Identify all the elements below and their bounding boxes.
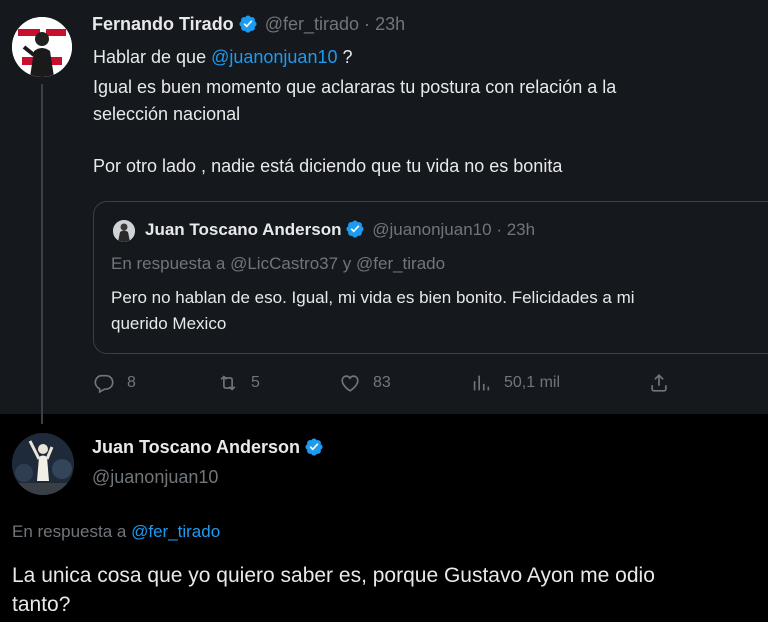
reply-author-name[interactable]: Juan Toscano Anderson — [92, 437, 300, 457]
quoted-header: Juan Toscano Anderson @juanonjuan10 · 23… — [145, 219, 535, 240]
reply-count: 8 — [127, 374, 136, 391]
tweet-text-line-3: selección nacional — [93, 104, 241, 124]
reply-context-user-link[interactable]: @fer_tirado — [131, 522, 220, 541]
reply-context-prefix: En respuesta a — [12, 522, 127, 541]
reply-context: En respuesta a @fer_tirado — [12, 519, 220, 545]
separator-dot: · — [496, 220, 502, 239]
tweet-text-line-2: Igual es buen momento que aclararas tu p… — [93, 77, 617, 97]
reply-text-line-2: tanto? — [12, 593, 71, 616]
mention-link[interactable]: @juanonjuan10 — [211, 47, 337, 67]
separator-dot: · — [364, 14, 371, 34]
text-suffix: ? — [337, 47, 353, 67]
tweet-text-line-4: Por otro lado , nadie está diciendo que … — [93, 156, 563, 176]
juan-toscano-avatar[interactable] — [12, 433, 74, 495]
views-button[interactable]: 50,1 mil — [470, 372, 560, 394]
thread-connector-line — [41, 84, 43, 424]
quoted-author-avatar — [113, 220, 135, 242]
share-button[interactable] — [648, 372, 682, 394]
reply-header: Juan Toscano Anderson — [92, 437, 326, 458]
like-count: 83 — [373, 374, 391, 391]
avatar-image — [12, 17, 72, 77]
author-name[interactable]: Fernando Tirado — [92, 14, 234, 34]
tweet-card[interactable]: Fernando Tirado @fer_tirado · 23h Hablar… — [0, 0, 768, 424]
author-handle[interactable]: @fer_tirado — [265, 14, 359, 34]
reply-button[interactable]: 8 — [93, 372, 136, 394]
quoted-author-handle: @juanonjuan10 — [372, 220, 492, 239]
quoted-text-line-1: Pero no hablan de eso. Igual, mi vida es… — [111, 288, 635, 307]
retweet-count: 5 — [251, 374, 260, 391]
retweet-button[interactable]: 5 — [217, 372, 260, 394]
avatar-image — [12, 433, 74, 495]
quoted-author-name: Juan Toscano Anderson — [145, 220, 342, 239]
views-count: 50,1 mil — [504, 374, 561, 391]
share-upload-icon — [651, 374, 667, 392]
timestamp[interactable]: 23h — [375, 14, 405, 34]
like-button[interactable]: 83 — [339, 372, 391, 394]
fernando-tirado-avatar[interactable] — [12, 17, 72, 77]
views-bar-chart-icon — [473, 375, 490, 391]
quoted-timestamp: 23h — [506, 220, 536, 239]
quoted-reply-context: En respuesta a @LicCastro37 y @fer_tirad… — [111, 251, 445, 277]
reply-author-handle[interactable]: @juanonjuan10 — [92, 467, 218, 487]
quoted-tweet[interactable]: Juan Toscano Anderson @juanonjuan10 · 23… — [93, 201, 768, 354]
retweet-icon — [220, 375, 236, 391]
verified-badge-icon — [346, 220, 365, 238]
reply-bubble-icon — [94, 374, 114, 394]
reply-text-line-1: La unica cosa que yo quiero saber es, po… — [12, 564, 655, 587]
tweet-header: Fernando Tirado @fer_tirado · 23h — [92, 14, 405, 35]
quoted-text-line-2: querido Mexico — [111, 314, 227, 333]
avatar-image — [113, 220, 135, 242]
verified-badge-icon — [239, 15, 257, 33]
verified-badge-icon — [305, 438, 323, 456]
text-prefix: Hablar de que — [93, 47, 212, 67]
reply-context-users: @LicCastro37 y @fer_tirado — [230, 254, 446, 273]
reply-context-prefix: En respuesta a — [111, 254, 226, 273]
tweet-text-line-1: Hablar de que @juanonjuan10 ? — [93, 44, 353, 70]
heart-icon — [341, 375, 359, 392]
reply-author-handle-row: @juanonjuan10 — [92, 467, 218, 488]
